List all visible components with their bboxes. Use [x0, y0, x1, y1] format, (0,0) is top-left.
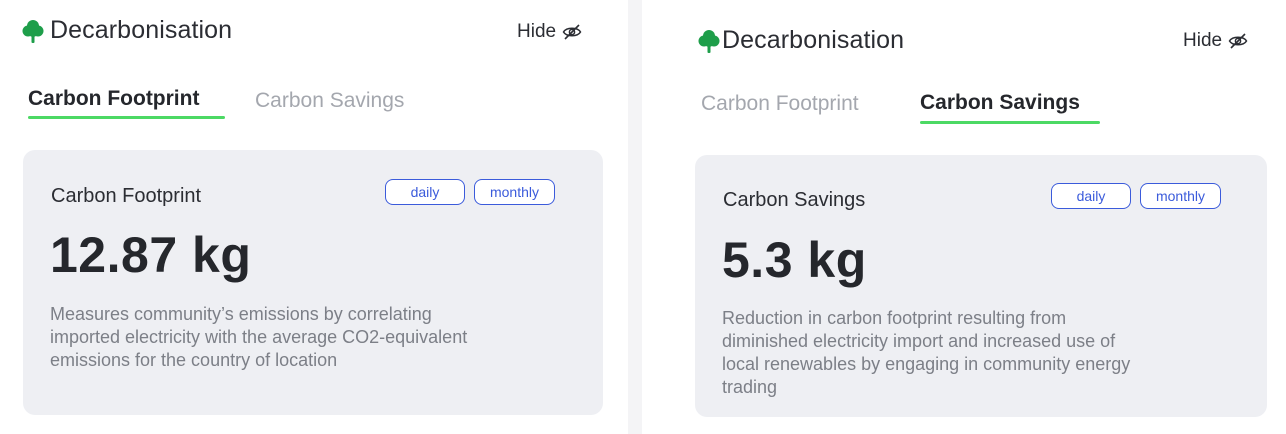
hide-button[interactable]: Hide — [1183, 30, 1248, 52]
panel-divider — [628, 0, 642, 434]
tab-carbon-footprint[interactable]: Carbon Footprint — [701, 92, 859, 116]
tab-carbon-savings[interactable]: Carbon Savings — [920, 91, 1080, 115]
hide-label: Hide — [1183, 30, 1223, 51]
hide-button[interactable]: Hide — [517, 21, 582, 43]
metric-card: Carbon Footprint daily monthly 12.87 kg … — [23, 150, 603, 415]
daily-toggle-button[interactable]: daily — [1051, 183, 1131, 209]
description-line: Reduction in carbon footprint resulting … — [722, 308, 1067, 328]
metric-value: 12.87 kg — [50, 227, 252, 283]
description-line: imported electricity with the average CO… — [50, 327, 468, 347]
metric-value: 5.3 kg — [722, 232, 867, 288]
screenshot-canvas: Decarbonisation Hide Carbon Footprint Ca… — [0, 0, 1286, 434]
metric-description: Measures community’s emissions by correl… — [50, 303, 590, 372]
description-line: Measures community’s emissions by correl… — [50, 304, 432, 324]
panel-title: Decarbonisation — [698, 26, 904, 55]
metric-description: Reduction in carbon footprint resulting … — [722, 307, 1252, 399]
monthly-toggle-button[interactable]: monthly — [1140, 183, 1221, 209]
tab-carbon-savings[interactable]: Carbon Savings — [255, 89, 404, 113]
decarbonisation-panel-savings: Decarbonisation Hide Carbon Footprint Ca… — [642, 0, 1286, 434]
monthly-toggle-button[interactable]: monthly — [474, 179, 555, 205]
card-title: Carbon Savings — [723, 189, 866, 211]
panel-title: Decarbonisation — [22, 16, 232, 45]
metric-card: Carbon Savings daily monthly 5.3 kg Redu… — [695, 155, 1267, 417]
tree-icon — [698, 29, 720, 53]
eye-slash-icon — [562, 24, 582, 40]
hide-label: Hide — [517, 21, 557, 42]
description-line: diminished electricity import and increa… — [722, 331, 1116, 351]
panel-title-text: Decarbonisation — [722, 26, 905, 54]
description-line: trading — [722, 377, 778, 397]
panel-title-text: Decarbonisation — [50, 16, 233, 44]
description-line: local renewables by engaging in communit… — [722, 354, 1131, 374]
decarbonisation-panel-footprint: Decarbonisation Hide Carbon Footprint Ca… — [0, 0, 628, 434]
description-line: emissions for the country of location — [50, 350, 338, 370]
tree-icon — [22, 19, 44, 43]
active-tab-underline — [28, 116, 225, 119]
card-title: Carbon Footprint — [51, 185, 202, 207]
eye-slash-icon — [1228, 33, 1248, 49]
tab-carbon-footprint[interactable]: Carbon Footprint — [28, 87, 199, 111]
daily-toggle-button[interactable]: daily — [385, 179, 465, 205]
active-tab-underline — [920, 121, 1100, 124]
